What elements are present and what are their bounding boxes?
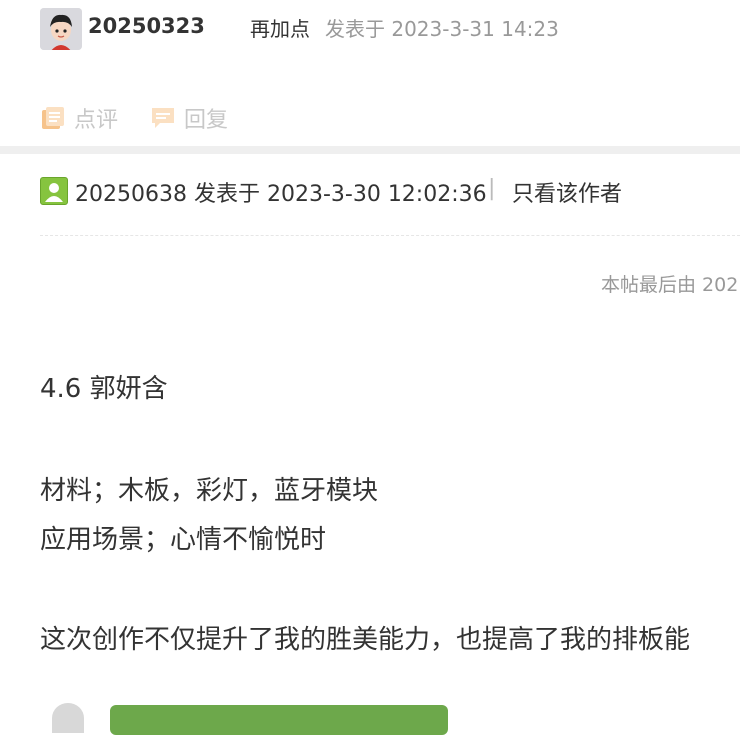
header-separator: | (488, 176, 496, 201)
reply-bubble-icon (150, 105, 176, 131)
reflection-line: 这次创作不仅提升了我的胜美能力，也提高了我的排板能 (40, 625, 691, 655)
post-author-line: 20250638 发表于 2023-3-30 12:02:36 (75, 182, 487, 207)
post-title-line: 4.6 郭妍含 (40, 374, 168, 404)
reply-button[interactable]: 回复 (150, 102, 228, 134)
materials-line: 材料；木板，彩灯，蓝牙模块 (40, 476, 379, 506)
edit-note: 本帖最后由 202 (601, 274, 739, 296)
comment-label: 点评 (74, 108, 119, 133)
section-divider (0, 146, 740, 154)
reply-label: 回复 (184, 108, 229, 133)
green-action-button[interactable] (110, 705, 448, 735)
reply-username[interactable]: 20250323 (88, 14, 205, 38)
comment-button[interactable]: 点评 (40, 102, 118, 134)
only-author-link[interactable]: 只看该作者 (512, 176, 622, 208)
avatar-cartoon-icon (40, 8, 82, 50)
avatar[interactable] (40, 8, 82, 50)
comment-note-icon (40, 105, 66, 131)
bottom-avatar (52, 703, 84, 733)
user-icon (40, 177, 68, 205)
reply-timestamp: 发表于 2023-3-31 14:23 (325, 17, 559, 41)
header-dashed-divider (40, 235, 740, 236)
reply-text: 再加点 (250, 17, 310, 41)
scene-line: 应用场景；心情不愉悦时 (40, 525, 327, 555)
